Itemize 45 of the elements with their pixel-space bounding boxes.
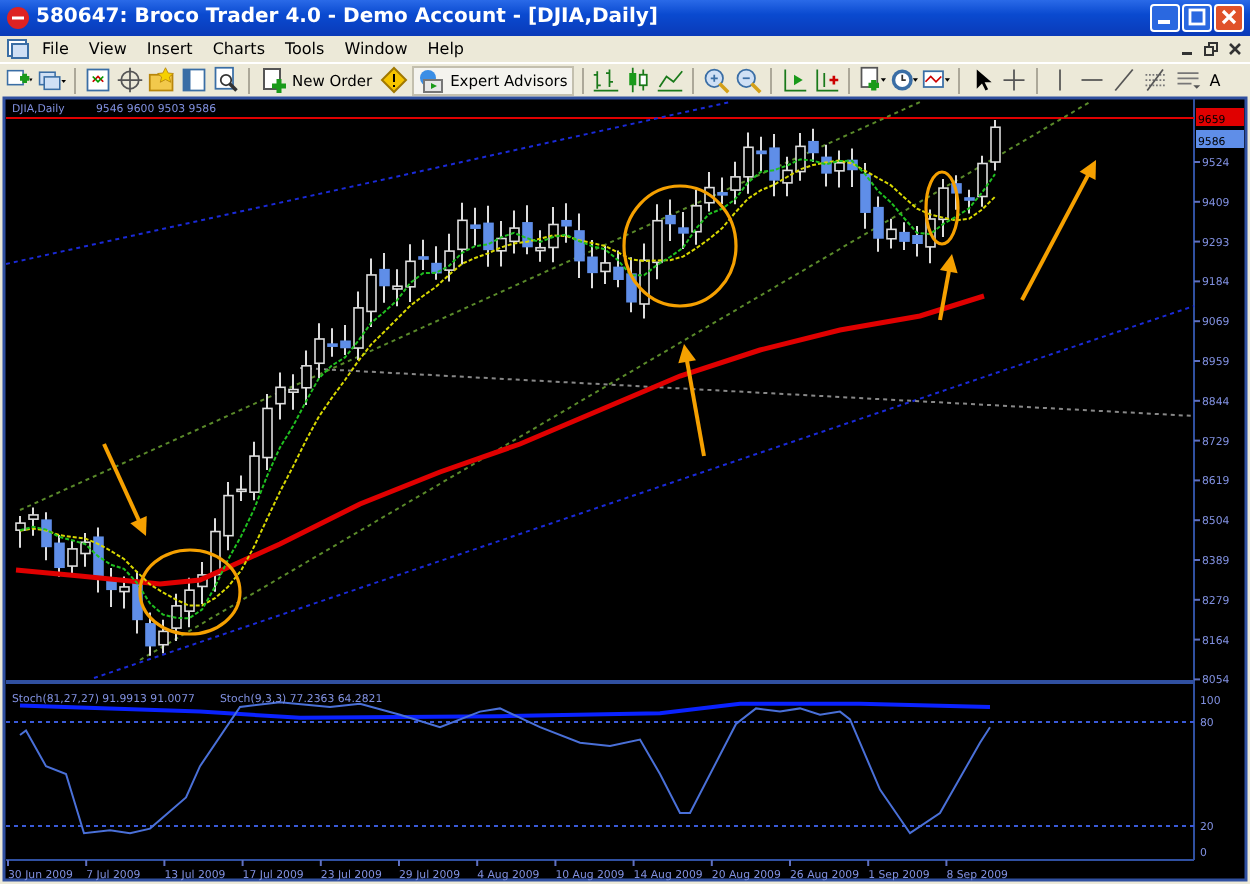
- text-tool-button[interactable]: A: [1205, 71, 1225, 90]
- highlight-circle: [622, 184, 738, 308]
- market-watch-icon[interactable]: [84, 66, 112, 95]
- chart-shift-icon[interactable]: [811, 66, 840, 95]
- arrow: [938, 254, 958, 321]
- menu-item[interactable]: Charts: [204, 39, 273, 58]
- new-order-icon: [262, 67, 288, 94]
- menu-item[interactable]: View: [80, 39, 135, 58]
- candlestick-icon[interactable]: [623, 66, 652, 95]
- close-icon: [1220, 8, 1238, 27]
- warning-icon[interactable]: [380, 66, 409, 95]
- menu-item[interactable]: File: [34, 39, 77, 58]
- menu-item[interactable]: Help: [419, 39, 472, 58]
- zoom-out-icon[interactable]: [733, 66, 762, 95]
- close-button[interactable]: [1224, 38, 1244, 59]
- arrow: [678, 344, 706, 457]
- window-panel-icon[interactable]: [180, 66, 208, 95]
- arrow: [102, 443, 147, 536]
- zoom-in-icon[interactable]: [701, 66, 730, 95]
- autoscroll-icon[interactable]: [779, 66, 808, 95]
- crosshair-icon[interactable]: [999, 66, 1028, 95]
- arrow: [1020, 160, 1096, 301]
- star-folder-icon[interactable]: [148, 66, 176, 95]
- menu-item[interactable]: Tools: [276, 39, 333, 58]
- window-title: 580647: Broco Trader 4.0 - Demo Account - [DJIA,Daily]: [36, 6, 658, 29]
- bar-chart-icon[interactable]: [591, 66, 620, 95]
- close-icon: [1227, 41, 1241, 56]
- magnifier-icon[interactable]: [212, 66, 240, 95]
- profiles-icon[interactable]: [38, 66, 66, 95]
- menu-item[interactable]: Window: [336, 39, 416, 58]
- maximize-icon: [1188, 8, 1206, 27]
- minimize-button[interactable]: [1150, 3, 1180, 32]
- line-chart-icon[interactable]: [655, 66, 684, 95]
- restore-icon: [1203, 41, 1217, 56]
- add-indicator-icon[interactable]: [857, 66, 886, 95]
- highlight-circle: [924, 170, 960, 246]
- app-icon: [6, 5, 30, 30]
- maximize-button[interactable]: [1182, 3, 1212, 32]
- restore-button[interactable]: [1200, 38, 1220, 59]
- crosshair-target-icon[interactable]: [116, 66, 144, 95]
- highlight-circle: [138, 548, 242, 636]
- menu-item[interactable]: Insert: [138, 39, 201, 58]
- clock-icon[interactable]: [889, 66, 918, 95]
- trendline-icon[interactable]: [1109, 66, 1138, 95]
- close-button[interactable]: [1214, 3, 1244, 32]
